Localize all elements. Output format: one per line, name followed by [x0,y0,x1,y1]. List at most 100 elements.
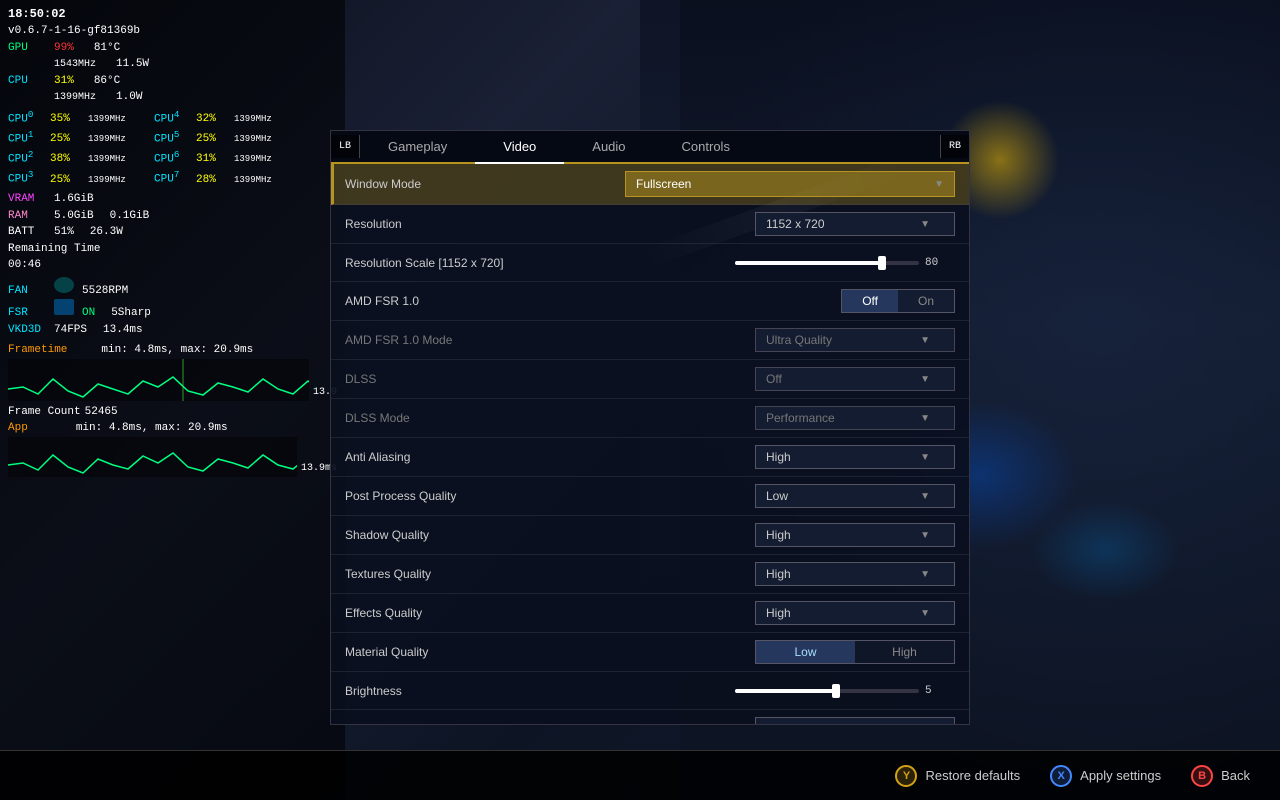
hud-fan-row: FAN 5528RPM [8,277,337,300]
setting-textures-quality: Textures Quality High ▼ [331,555,969,594]
hud-vram-row: VRAM 1.6GiB [8,191,337,208]
setting-dlss-mode-label: DLSS Mode [345,411,625,425]
setting-shadow-quality-dropdown[interactable]: High ▼ [755,523,955,547]
hud-cpu0-col: CPU0 35% 1399MHz CPU1 25% 1399MHz CPU2 3… [8,108,148,189]
apply-settings-btn[interactable]: X Apply settings [1050,765,1161,787]
hud-cpu5-freq: 1399MHz [234,133,272,147]
setting-dlss-label: DLSS [345,372,625,386]
hud-gpu-temp: 81°C [94,40,120,57]
dlss-value: Off [766,372,782,386]
hud-cpu2-usage: 38% [50,151,84,168]
effects-quality-value: High [766,606,791,620]
setting-amd-fsr-mode: AMD FSR 1.0 Mode Ultra Quality ▼ [331,321,969,360]
back-btn[interactable]: B Back [1191,765,1250,787]
dlss-mode-value: Performance [766,411,835,425]
hud-app-label: App [8,420,28,437]
blur-arrow: ▼ [920,724,930,725]
brightness-thumb[interactable] [832,684,840,698]
amd-fsr-toggle[interactable]: Off On [841,289,955,313]
hud-vkd3d-label: VKD3D [8,322,50,339]
restore-defaults-btn[interactable]: Y Restore defaults [895,765,1020,787]
resolution-arrow: ▼ [920,219,930,230]
hud-batt-row: BATT 51% 26.3W [8,224,337,241]
tab-audio[interactable]: Audio [564,131,653,162]
setting-resolution-scale-control: 80 [625,257,955,269]
setting-anti-aliasing-dropdown[interactable]: High ▼ [755,445,955,469]
setting-amd-fsr-mode-dropdown[interactable]: Ultra Quality ▼ [755,328,955,352]
hud-app-minmax: min: 4.8ms, max: 20.9ms [76,420,228,437]
hud-cpu-temp: 86°C [94,73,120,90]
hud-cpu7-usage: 28% [196,172,230,189]
hud-fsr-sharpness: 5Sharp [111,305,151,322]
resolution-scale-value: 80 [925,257,955,269]
setting-textures-quality-dropdown[interactable]: High ▼ [755,562,955,586]
setting-dlss: DLSS Off ▼ [331,360,969,399]
setting-material-quality: Material Quality Low High [331,633,969,672]
brightness-track [735,689,919,693]
setting-dlss-mode: DLSS Mode Performance ▼ [331,399,969,438]
settings-content: Window Mode Fullscreen ▼ Resolution 1152… [331,164,969,724]
blur-value: Epic [766,722,789,724]
tab-rb[interactable]: RB [940,135,969,158]
setting-window-mode-dropdown[interactable]: Fullscreen ▼ [625,171,955,197]
hud-cpu4-freq: 1399MHz [234,113,272,127]
fan-icon [54,277,74,293]
amd-fsr-on-btn[interactable]: On [898,290,954,312]
textures-quality-value: High [766,567,791,581]
shadow-quality-arrow: ▼ [920,530,930,541]
tab-gameplay[interactable]: Gameplay [360,131,475,162]
setting-textures-quality-label: Textures Quality [345,567,625,581]
anti-aliasing-arrow: ▼ [920,452,930,463]
setting-amd-fsr: AMD FSR 1.0 Off On [331,282,969,321]
hud-gpu-row: GPU 99% 81°C [8,40,337,57]
hud-cpu7-label: CPU7 [154,168,192,188]
tab-video[interactable]: Video [475,131,564,162]
hud-gpu-label: GPU [8,40,50,57]
hud-cpu0-label: CPU0 [8,108,46,128]
hud-cpu-row: CPU 31% 86°C [8,73,337,90]
setting-effects-quality: Effects Quality High ▼ [331,594,969,633]
hud-cpu3-freq: 1399MHz [88,174,126,188]
setting-resolution-dropdown[interactable]: 1152 x 720 ▼ [755,212,955,236]
hud-time: 18:50:02 [8,5,66,23]
setting-effects-quality-dropdown[interactable]: High ▼ [755,601,955,625]
resolution-scale-thumb[interactable] [878,256,886,270]
apply-x-icon: X [1050,765,1072,787]
material-high-btn[interactable]: High [855,641,954,663]
setting-amd-fsr-control: Off On [625,289,955,313]
resolution-scale-slider[interactable]: 80 [735,257,955,269]
hud-cpu3-label: CPU3 [8,168,46,188]
hud-panel: 18:50:02 v0.6.7-1-16-gf81369b GPU 99% 81… [0,0,345,482]
hud-cpu2-freq: 1399MHz [88,153,126,167]
hud-framecount-row: Frame Count 52465 [8,404,337,421]
bottom-bar: Y Restore defaults X Apply settings B Ba… [0,750,1280,800]
hud-cpu5-usage: 25% [196,131,230,148]
setting-brightness: Brightness 5 [331,672,969,710]
setting-brightness-label: Brightness [345,684,625,698]
material-quality-toggle[interactable]: Low High [755,640,955,664]
tab-controls[interactable]: Controls [654,131,758,162]
setting-post-process-dropdown[interactable]: Low ▼ [755,484,955,508]
hud-cpu5-label: CPU5 [154,128,192,148]
hud-version: v0.6.7-1-16-gf81369b [8,23,140,40]
brightness-slider[interactable]: 5 [735,685,955,697]
app-graph [8,437,297,477]
hud-cpu2-label: CPU2 [8,148,46,168]
brightness-fill [735,689,836,693]
hud-fan-label: FAN [8,283,50,300]
setting-blur-dropdown[interactable]: Epic ▼ [755,717,955,724]
hud-vkd3d-fps: 74FPS [54,322,87,339]
setting-post-process-control: Low ▼ [625,484,955,508]
hud-cpu6-usage: 31% [196,151,230,168]
setting-anti-aliasing-label: Anti Aliasing [345,450,625,464]
material-low-btn[interactable]: Low [756,641,855,663]
setting-window-mode: Window Mode Fullscreen ▼ [331,164,969,205]
tab-lb[interactable]: LB [331,135,360,158]
setting-anti-aliasing-control: High ▼ [625,445,955,469]
hud-batt-time-row: 00:46 [8,257,337,274]
setting-dlss-dropdown[interactable]: Off ▼ [755,367,955,391]
setting-dlss-mode-dropdown[interactable]: Performance ▼ [755,406,955,430]
dlss-mode-arrow: ▼ [920,413,930,424]
amd-fsr-off-btn[interactable]: Off [842,290,898,312]
setting-shadow-quality: Shadow Quality High ▼ [331,516,969,555]
